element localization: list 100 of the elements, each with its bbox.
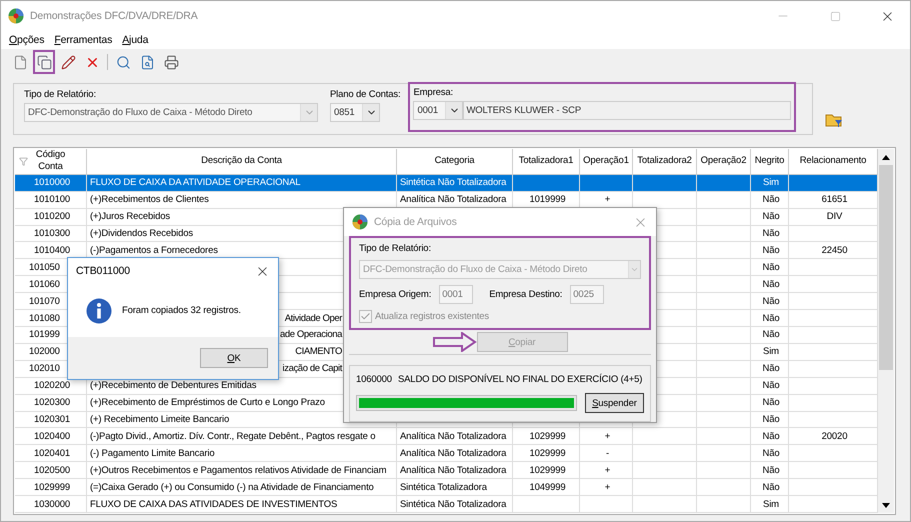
table-cell-text: Não	[762, 464, 780, 476]
table-cell-text: FLUXO DE CAIXA DAS ATIVIDADES DE INVESTIMENTOS	[89, 498, 338, 510]
table-cell-text: 1020401	[33, 448, 70, 459]
table-cell-text: ização de Capit	[282, 363, 342, 374]
table-cell-text: (+)Juros Recebidos	[89, 211, 170, 222]
table-cell-text: Não	[762, 194, 780, 206]
table-cell-text: Analítica Não Totalizadora	[399, 194, 506, 206]
column-header[interactable]: Totalizadora1	[518, 155, 574, 168]
filter-icon[interactable]	[19, 157, 28, 166]
table-row[interactable]: 1029999 (=)Caixa Gerado (+) ou Consumido (-) na Atividade de Financiamento Sintética Totalizadora 1049999 + Não	[15, 479, 878, 496]
table-cell-text: Não	[762, 262, 780, 273]
table-cell-text: (+) Recebimento Limeite Bancario	[89, 414, 230, 425]
table-cell-text: ade Operaciona	[278, 329, 342, 340]
table-cell-text: Sim	[762, 177, 779, 188]
table-cell-text: 1030000	[33, 498, 70, 510]
table-cell-text: +	[604, 464, 610, 476]
checkbox[interactable]	[359, 310, 372, 324]
menu-item[interactable]: Opções	[9, 34, 44, 46]
search-icon[interactable]	[116, 54, 130, 70]
printer-icon[interactable]	[164, 54, 178, 70]
table-cell-text: Não	[762, 397, 780, 408]
menu-item[interactable]: Ajuda	[122, 34, 148, 46]
column-header[interactable]: Operação2	[700, 155, 746, 168]
company-name-field: WOLTERS KLUWER - SCP	[463, 101, 792, 120]
target-company-field[interactable]: 0025	[570, 285, 604, 304]
table-cell-text: Analítica Não Totalizadora	[399, 448, 506, 459]
table-cell-text: 1020301	[33, 414, 70, 425]
table-cell-text: 1020400	[33, 430, 70, 442]
column-header[interactable]: Negrito	[754, 155, 784, 168]
table-cell-text: Não	[762, 228, 780, 240]
table-row[interactable]: 1020400 (-)Pagto Divid., Amortiz. Dív. Contr., Regate Debênt., Pagtos resgate o Analítica Não Totalizadora 1029999 + Não 20020	[15, 428, 878, 446]
column-header[interactable]: Descrição da Conta	[201, 155, 282, 168]
table-cell-text: 101999	[28, 329, 60, 340]
table-cell-text: Sim	[762, 498, 779, 510]
table-cell-text: 1020300	[33, 397, 70, 408]
table-cell-text: +	[604, 194, 610, 206]
table-cell-text: 101050	[28, 262, 60, 273]
table-cell-text: +	[604, 482, 610, 493]
copy-icon[interactable]	[36, 54, 52, 70]
table-cell-text: FLUXO DE CAIXA DA ATIVIDADE OPERACIONAL	[89, 177, 300, 188]
table-cell-text: 1020200	[33, 380, 70, 392]
table-cell-text: 101070	[28, 296, 60, 307]
field-label: Plano de Contas:	[330, 89, 400, 100]
field-label: Empresa:	[413, 87, 454, 98]
table-row[interactable]: 1020500 (+)Outros Recebimentos e Pagamentos relativos Atividade de Financiam Analítica Não Totalizadora 1029999 + Não	[15, 462, 878, 480]
company-dropdown[interactable]: 0001	[413, 101, 464, 120]
column-header[interactable]: Totalizadora2	[637, 155, 692, 168]
ok-button[interactable]: OK	[200, 348, 268, 368]
pencil-icon[interactable]	[60, 54, 76, 70]
field-label: Tipo de Relatório:	[359, 243, 432, 254]
table-row[interactable]: 1030000 FLUXO DE CAIXA DAS ATIVIDADES DE INVESTIMENTOS Sintética Não Totalizadora Sim	[15, 496, 878, 513]
table-row[interactable]: 1020401 (-) Pagamento Limite Bancario Analítica Não Totalizadora 1029999 - Não	[15, 445, 878, 462]
column-header[interactable]: Operação1	[583, 155, 629, 168]
table-cell-text: 1010300	[33, 228, 70, 240]
info-icon	[86, 298, 112, 324]
table-cell-text: (-) Pagamento Limite Bancario	[89, 448, 214, 459]
table-cell-text: DIV	[826, 211, 842, 222]
report-type-dropdown[interactable]: DFC-Demonstração do Fluxo de Caixa - Método Direto	[24, 103, 318, 122]
dialog-title: Cópia de Arquivos	[374, 216, 458, 228]
preview-icon[interactable]	[140, 54, 154, 70]
table-cell-text: +	[604, 430, 610, 442]
table-cell-text: 1029999	[528, 448, 566, 459]
table-cell-text: Sintética Não Totalizadora	[399, 498, 506, 510]
table-cell-text: (=)Caixa Gerado (+) ou Consumido (-) na Atividade de Financiamento	[89, 482, 374, 493]
field-label: Empresa Origem:	[359, 289, 432, 300]
table-cell-text: Não	[762, 296, 780, 307]
table-cell-text: 61651	[820, 194, 848, 206]
field-label: Empresa Destino:	[489, 289, 562, 300]
scrollbar-thumb[interactable]	[879, 165, 893, 370]
column-header[interactable]: Código Conta	[30, 149, 70, 174]
table-cell-text: (+)Dividendos Recebidos	[89, 228, 193, 240]
suspend-button[interactable]: Suspender	[584, 393, 644, 413]
column-header[interactable]: Categoria	[434, 155, 474, 168]
table-cell-text: 1010200	[33, 211, 70, 222]
dialog-title: CTB011000	[76, 265, 131, 277]
table-cell-text: 22450	[820, 244, 848, 256]
table-row[interactable]: 1010000 FLUXO DE CAIXA DA ATIVIDADE OPERACIONAL Sintética Não Totalizadora Sim	[15, 174, 878, 192]
table-cell-text: Não	[762, 278, 780, 290]
message-text: Foram copiados 32 registros.	[122, 305, 241, 316]
table-cell-text: 1010100	[33, 194, 70, 206]
folder-icon[interactable]	[825, 112, 843, 128]
table-cell-text: Não	[762, 312, 780, 324]
table-cell-text: 101080	[28, 312, 60, 324]
app-globe-icon	[352, 214, 368, 230]
table-cell-text: Atividade Oper	[284, 312, 342, 324]
table-cell-text: (-)Pagto Divid., Amortiz. Dív. Contr., Regate Debênt., Pagtos resgate o	[89, 430, 376, 442]
table-cell-text: Sim	[762, 346, 779, 358]
app-globe-icon	[8, 8, 24, 24]
field-label: Tipo de Relatório:	[24, 89, 97, 100]
table-cell-text: Não	[762, 448, 780, 459]
table-cell-text: Sintética Não Totalizadora	[399, 177, 506, 188]
table-row[interactable]: 1010100 (+)Recebimentos de Clientes Analítica Não Totalizadora 1019999 + Não 61651	[15, 192, 878, 209]
chart-of-accounts-dropdown[interactable]: 0851	[330, 103, 380, 122]
table-cell-text: Analítica Não Totalizadora	[399, 464, 506, 476]
table-cell-text: -	[604, 448, 609, 459]
new-document-icon[interactable]	[12, 54, 28, 70]
table-cell-text: 1019999	[528, 194, 566, 206]
menu-item[interactable]: Ferramentas	[54, 34, 112, 46]
column-header[interactable]: Relacionamento	[800, 155, 866, 168]
source-company-field[interactable]: 0001	[439, 285, 474, 304]
